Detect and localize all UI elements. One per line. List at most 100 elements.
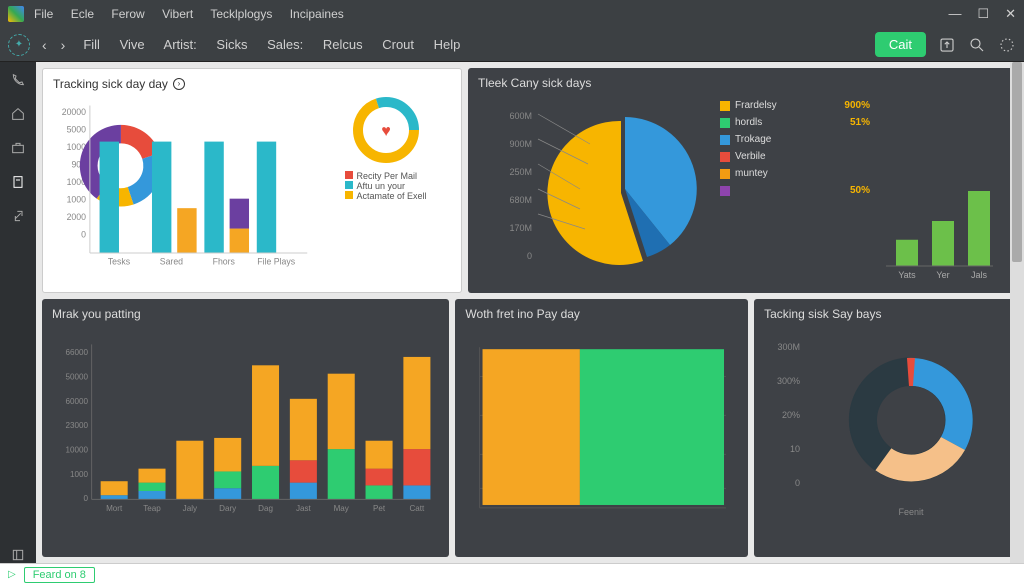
sidebar bbox=[0, 62, 36, 563]
svg-text:23000: 23000 bbox=[66, 421, 89, 430]
dashboard: Tracking sick day day› 20000500010009001… bbox=[36, 62, 1024, 563]
svg-text:Mort: Mort bbox=[106, 504, 123, 513]
link-icon[interactable] bbox=[10, 208, 26, 224]
briefcase-icon[interactable] bbox=[10, 140, 26, 156]
svg-text:Jaly: Jaly bbox=[183, 504, 198, 513]
panel-title: Tleek Cany sick days bbox=[478, 76, 1008, 90]
panel-title: Mrak you patting bbox=[52, 307, 439, 321]
svg-text:Sared: Sared bbox=[160, 257, 183, 267]
svg-text:680M: 680M bbox=[509, 195, 532, 205]
svg-text:0: 0 bbox=[527, 251, 532, 261]
svg-text:900M: 900M bbox=[509, 139, 532, 149]
svg-text:250M: 250M bbox=[509, 167, 532, 177]
panel-title: Tacking sisk Say bays bbox=[764, 307, 1008, 321]
svg-text:2000: 2000 bbox=[67, 212, 87, 222]
svg-text:300%: 300% bbox=[777, 376, 800, 386]
panel-tracking-sick-day: Tracking sick day day› 20000500010009001… bbox=[42, 68, 462, 293]
svg-text:5000: 5000 bbox=[67, 125, 87, 135]
menubar: File Ecle Ferow Vibert Tecklplogys Incip… bbox=[34, 7, 358, 21]
tmenu-sales[interactable]: Sales: bbox=[267, 37, 303, 52]
svg-text:20000: 20000 bbox=[62, 107, 86, 117]
svg-text:600M: 600M bbox=[509, 111, 532, 121]
nav-back-icon[interactable]: ‹ bbox=[38, 35, 51, 55]
svg-text:20%: 20% bbox=[782, 410, 800, 420]
chart-tr-mini: Yats Yer Jals bbox=[878, 174, 998, 284]
maximize-button[interactable]: ☐ bbox=[977, 6, 989, 22]
legend-tl: Recity Per Mail Aftu un your Actamate of… bbox=[345, 171, 426, 201]
svg-text:♥: ♥ bbox=[381, 123, 391, 140]
run-icon[interactable]: ▷ bbox=[8, 569, 16, 580]
svg-text:0: 0 bbox=[81, 229, 86, 239]
panel-tleek-cany: Tleek Cany sick days 600M 900M 250M 680M 170… bbox=[468, 68, 1018, 293]
status-text: Feard on 8 bbox=[24, 567, 95, 583]
brand-icon: ✦ bbox=[8, 34, 30, 56]
search-icon[interactable] bbox=[968, 36, 986, 54]
svg-text:66000: 66000 bbox=[66, 348, 89, 357]
svg-text:1000: 1000 bbox=[67, 195, 87, 205]
toolbar: ✦ ‹ › Fill Vive Artist: Sicks Sales: Rel… bbox=[0, 28, 1024, 62]
tmenu-vive[interactable]: Vive bbox=[120, 37, 145, 52]
settings-icon[interactable] bbox=[998, 36, 1016, 54]
svg-text:Jals: Jals bbox=[971, 270, 988, 280]
titlebar: File Ecle Ferow Vibert Tecklplogys Incip… bbox=[0, 0, 1024, 28]
donut-heart: ♥ bbox=[351, 95, 421, 165]
statusbar: ▷ Feard on 8 bbox=[0, 563, 1024, 585]
svg-text:Feenit: Feenit bbox=[899, 507, 925, 517]
svg-text:0: 0 bbox=[795, 478, 800, 488]
chart-bl: 660005000060000230001000010000 MortTeapJ… bbox=[52, 325, 439, 535]
home-icon[interactable] bbox=[10, 106, 26, 122]
svg-text:May: May bbox=[334, 504, 350, 513]
svg-text:0: 0 bbox=[84, 494, 89, 503]
svg-text:50000: 50000 bbox=[66, 373, 89, 382]
toolbar-menu: Fill Vive Artist: Sicks Sales: Relcus Cr… bbox=[83, 37, 476, 52]
svg-text:10: 10 bbox=[790, 444, 800, 454]
chart-br: 300M300%20%100 Feenit bbox=[764, 325, 1008, 520]
svg-text:Dag: Dag bbox=[258, 504, 273, 513]
menu-file[interactable]: File bbox=[34, 7, 53, 21]
svg-text:Catt: Catt bbox=[409, 504, 425, 513]
vertical-scrollbar[interactable] bbox=[1010, 62, 1024, 563]
tmenu-sicks[interactable]: Sicks bbox=[216, 37, 247, 52]
svg-text:60000: 60000 bbox=[66, 397, 89, 406]
info-icon[interactable]: › bbox=[173, 78, 185, 90]
panel-title: Tracking sick day day bbox=[53, 77, 168, 91]
tmenu-artist[interactable]: Artist: bbox=[164, 37, 197, 52]
panel-woth: Woth fret ino Pay day bbox=[455, 299, 748, 557]
svg-text:File Plays: File Plays bbox=[257, 257, 295, 267]
chart-bm bbox=[465, 325, 738, 535]
menu-vibert[interactable]: Vibert bbox=[162, 7, 193, 21]
svg-text:10000: 10000 bbox=[66, 446, 89, 455]
nav-forward-icon[interactable]: › bbox=[57, 35, 70, 55]
menu-ferow[interactable]: Ferow bbox=[111, 7, 144, 21]
svg-text:170M: 170M bbox=[509, 223, 532, 233]
collapse-icon[interactable] bbox=[10, 547, 26, 563]
svg-text:Yats: Yats bbox=[898, 270, 916, 280]
close-button[interactable]: ✕ bbox=[1005, 6, 1016, 22]
svg-text:Tesks: Tesks bbox=[108, 257, 131, 267]
export-icon[interactable] bbox=[938, 36, 956, 54]
svg-text:1000: 1000 bbox=[70, 470, 89, 479]
legend-tr: Frardelsy900%hordls51%TrokageVerbilemunt… bbox=[720, 94, 870, 284]
window-controls: — ☐ ✕ bbox=[948, 6, 1016, 22]
phone-icon[interactable] bbox=[10, 72, 26, 88]
tmenu-relcus[interactable]: Relcus bbox=[323, 37, 363, 52]
svg-text:Dary: Dary bbox=[219, 504, 237, 513]
note-icon[interactable] bbox=[10, 174, 26, 190]
tmenu-crout[interactable]: Crout bbox=[382, 37, 414, 52]
menu-incipaines[interactable]: Incipaines bbox=[290, 7, 344, 21]
menu-ecle[interactable]: Ecle bbox=[71, 7, 94, 21]
tmenu-fill[interactable]: Fill bbox=[83, 37, 100, 52]
app-logo bbox=[8, 6, 24, 22]
cait-button[interactable]: Cait bbox=[875, 32, 926, 57]
tmenu-help[interactable]: Help bbox=[434, 37, 461, 52]
panel-title: Woth fret ino Pay day bbox=[465, 307, 738, 321]
minimize-button[interactable]: — bbox=[948, 6, 961, 22]
chart-tl: 20000500010009001000100020000 TesksSared… bbox=[53, 95, 315, 280]
chart-tr-pie: 600M 900M 250M 680M 170M 0 bbox=[478, 94, 712, 284]
svg-text:Fhors: Fhors bbox=[213, 257, 236, 267]
menu-tecklplogys[interactable]: Tecklplogys bbox=[210, 7, 272, 21]
svg-text:Jast: Jast bbox=[296, 504, 312, 513]
nav-arrows: ‹ › bbox=[38, 35, 69, 55]
svg-text:Yer: Yer bbox=[936, 270, 949, 280]
panel-tacking: Tacking sisk Say bays 300M300%20%100 Fee… bbox=[754, 299, 1018, 557]
